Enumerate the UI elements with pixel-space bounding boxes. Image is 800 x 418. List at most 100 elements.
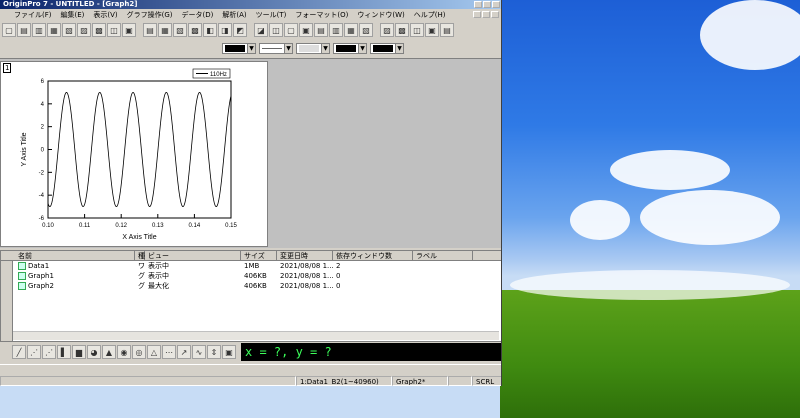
import-multi-icon[interactable]: ◧ (203, 23, 217, 37)
zoom-in-icon[interactable]: ▨ (380, 23, 394, 37)
color-dropdown[interactable]: ▼ (222, 43, 256, 54)
col-kind[interactable]: 種 (135, 251, 145, 260)
import-icon[interactable]: ▩ (188, 23, 202, 37)
command-window-icon[interactable]: ▥ (329, 23, 343, 37)
cell-deps: 0 (336, 272, 341, 280)
desktop-cloud (700, 0, 800, 70)
col-label[interactable]: ラベル (413, 251, 473, 260)
worksheet-view-icon[interactable]: ▧ (359, 23, 373, 37)
y-tick-label: 4 (41, 102, 45, 108)
x-axis-title: X Axis Title (122, 234, 156, 241)
pattern-dropdown[interactable]: ▼ (296, 43, 330, 54)
minimize-button[interactable] (474, 1, 482, 8)
status-scrl: SCRL (472, 376, 501, 386)
mdi-restore-button[interactable] (482, 11, 490, 18)
cell-deps: 0 (336, 282, 341, 290)
menu-graph[interactable]: グラフ操作(G) (127, 10, 173, 20)
open-icon[interactable]: ▣ (122, 23, 136, 37)
column-tool-icon[interactable]: ▌ (57, 345, 71, 359)
copy-page-icon[interactable]: ◪ (254, 23, 268, 37)
print-icon[interactable]: ◨ (218, 23, 232, 37)
title-bar: OriginPro 7 - UNTITLED - [Graph2] (0, 0, 501, 9)
scatter-tool-icon[interactable]: ⋰ (27, 345, 41, 359)
polar-tool-icon[interactable]: ◎ (132, 345, 146, 359)
col-size[interactable]: サイズ (241, 251, 277, 260)
menu-view[interactable]: 表示(V) (93, 10, 117, 20)
explorer-folder-pane[interactable] (1, 261, 13, 341)
zoom-out-icon[interactable]: ▩ (395, 23, 409, 37)
close-button[interactable] (492, 1, 500, 8)
mdi-minimize-button[interactable] (473, 11, 481, 18)
new-function-icon[interactable]: ▧ (62, 23, 76, 37)
layer-tab[interactable]: 1 (3, 63, 12, 73)
vector-tool-icon[interactable]: ↗ (177, 345, 191, 359)
cell-view: 最大化 (148, 282, 169, 290)
new-graph-icon[interactable]: ▥ (32, 23, 46, 37)
line-tool-icon[interactable]: ╱ (12, 345, 26, 359)
plot-area: 0.10 0.11 0.12 0.13 0.14 0.15 6 4 2 0 -2 -4 -6 X Axis… (21, 68, 237, 241)
code-builder-icon[interactable]: ▣ (299, 23, 313, 37)
list-item[interactable]: Graph2 グ最大化 406KB 2021/08/08 1... 0 (1, 281, 501, 291)
graph-icon (18, 282, 26, 290)
new-project-icon[interactable]: ▢ (2, 23, 16, 37)
cell-kind: ワ (138, 262, 145, 270)
explorer-hscroll[interactable] (13, 331, 499, 340)
new-worksheet-icon[interactable]: ▤ (17, 23, 31, 37)
new-matrix-icon[interactable]: ▦ (47, 23, 61, 37)
bar-tool-icon[interactable]: ▆ (72, 345, 86, 359)
menu-window[interactable]: ウィンドウ(W) (357, 10, 404, 20)
template-tool-icon[interactable]: ▣ (222, 345, 236, 359)
status-column: 1:Data1_B2(1~40960) (296, 376, 392, 386)
col-date[interactable]: 変更日時 (277, 251, 333, 260)
line-symbol-icon[interactable]: ⋰ (42, 345, 56, 359)
open-template-icon[interactable]: ▤ (143, 23, 157, 37)
col-name[interactable]: 名前 (15, 251, 135, 260)
symbol-color-dropdown[interactable]: ▼ (370, 43, 404, 54)
window-scrollbar[interactable] (0, 364, 501, 374)
cell-date: 2021/08/08 1... (280, 282, 333, 290)
zoom-whole-icon[interactable]: ◫ (410, 23, 424, 37)
line-style-dropdown[interactable]: ▼ (259, 43, 293, 54)
contour-tool-icon[interactable]: ◉ (117, 345, 131, 359)
new-layout-icon[interactable]: ▩ (92, 23, 106, 37)
menu-tools[interactable]: ツール(T) (256, 10, 287, 20)
maximize-button[interactable] (483, 1, 491, 8)
new-layer-icon[interactable]: ▤ (440, 23, 454, 37)
graph-window[interactable]: 1 0.10 0.11 0.12 0.13 0.14 0.15 6 4 2 0 -2 -4 -6 X Ax… (0, 61, 268, 247)
rescale-icon[interactable]: ▣ (425, 23, 439, 37)
script-window-icon[interactable]: ▤ (314, 23, 328, 37)
new-notes-icon[interactable]: ◫ (107, 23, 121, 37)
menu-file[interactable]: ファイル(F) (14, 10, 52, 20)
y-tick-label: -2 (39, 170, 45, 176)
hilo-tool-icon[interactable]: ⇕ (207, 345, 221, 359)
col-view[interactable]: ビュー (145, 251, 241, 260)
cell-kind: グ (138, 282, 145, 290)
save-icon[interactable]: ▦ (158, 23, 172, 37)
col-deps[interactable]: 依存ウィンドウ数 (333, 251, 413, 260)
list-item[interactable]: Graph1 グ表示中 406KB 2021/08/08 1... 0 (1, 271, 501, 281)
refresh-icon[interactable]: ◩ (233, 23, 247, 37)
menu-format[interactable]: フォーマット(O) (295, 10, 348, 20)
ternary-tool-icon[interactable]: △ (147, 345, 161, 359)
waterfall-tool-icon[interactable]: ⋯ (162, 345, 176, 359)
results-log-icon[interactable]: ▢ (284, 23, 298, 37)
pie-tool-icon[interactable]: ◕ (87, 345, 101, 359)
save-template-icon[interactable]: ▧ (173, 23, 187, 37)
spline-tool-icon[interactable]: ∿ (192, 345, 206, 359)
cell-view: 表示中 (148, 272, 169, 280)
graph-icon (18, 272, 26, 280)
fill-color-dropdown[interactable]: ▼ (333, 43, 367, 54)
cell-size: 1MB (244, 262, 260, 270)
list-item[interactable]: Data1 ワ表示中 1MB 2021/08/08 1... 2 (1, 261, 501, 271)
menu-edit[interactable]: 編集(E) (61, 10, 85, 20)
menu-help[interactable]: ヘルプ(H) (414, 10, 446, 20)
layer-icon[interactable]: ◫ (269, 23, 283, 37)
x-tick-label: 0.12 (115, 223, 127, 229)
area-tool-icon[interactable]: ▲ (102, 345, 116, 359)
project-explorer-icon[interactable]: ▦ (344, 23, 358, 37)
menu-analysis[interactable]: 解析(A) (222, 10, 246, 20)
new-excel-icon[interactable]: ▨ (77, 23, 91, 37)
menu-data[interactable]: データ(D) (182, 10, 214, 20)
mdi-close-button[interactable] (491, 11, 499, 18)
cell-name: Graph2 (28, 282, 54, 290)
